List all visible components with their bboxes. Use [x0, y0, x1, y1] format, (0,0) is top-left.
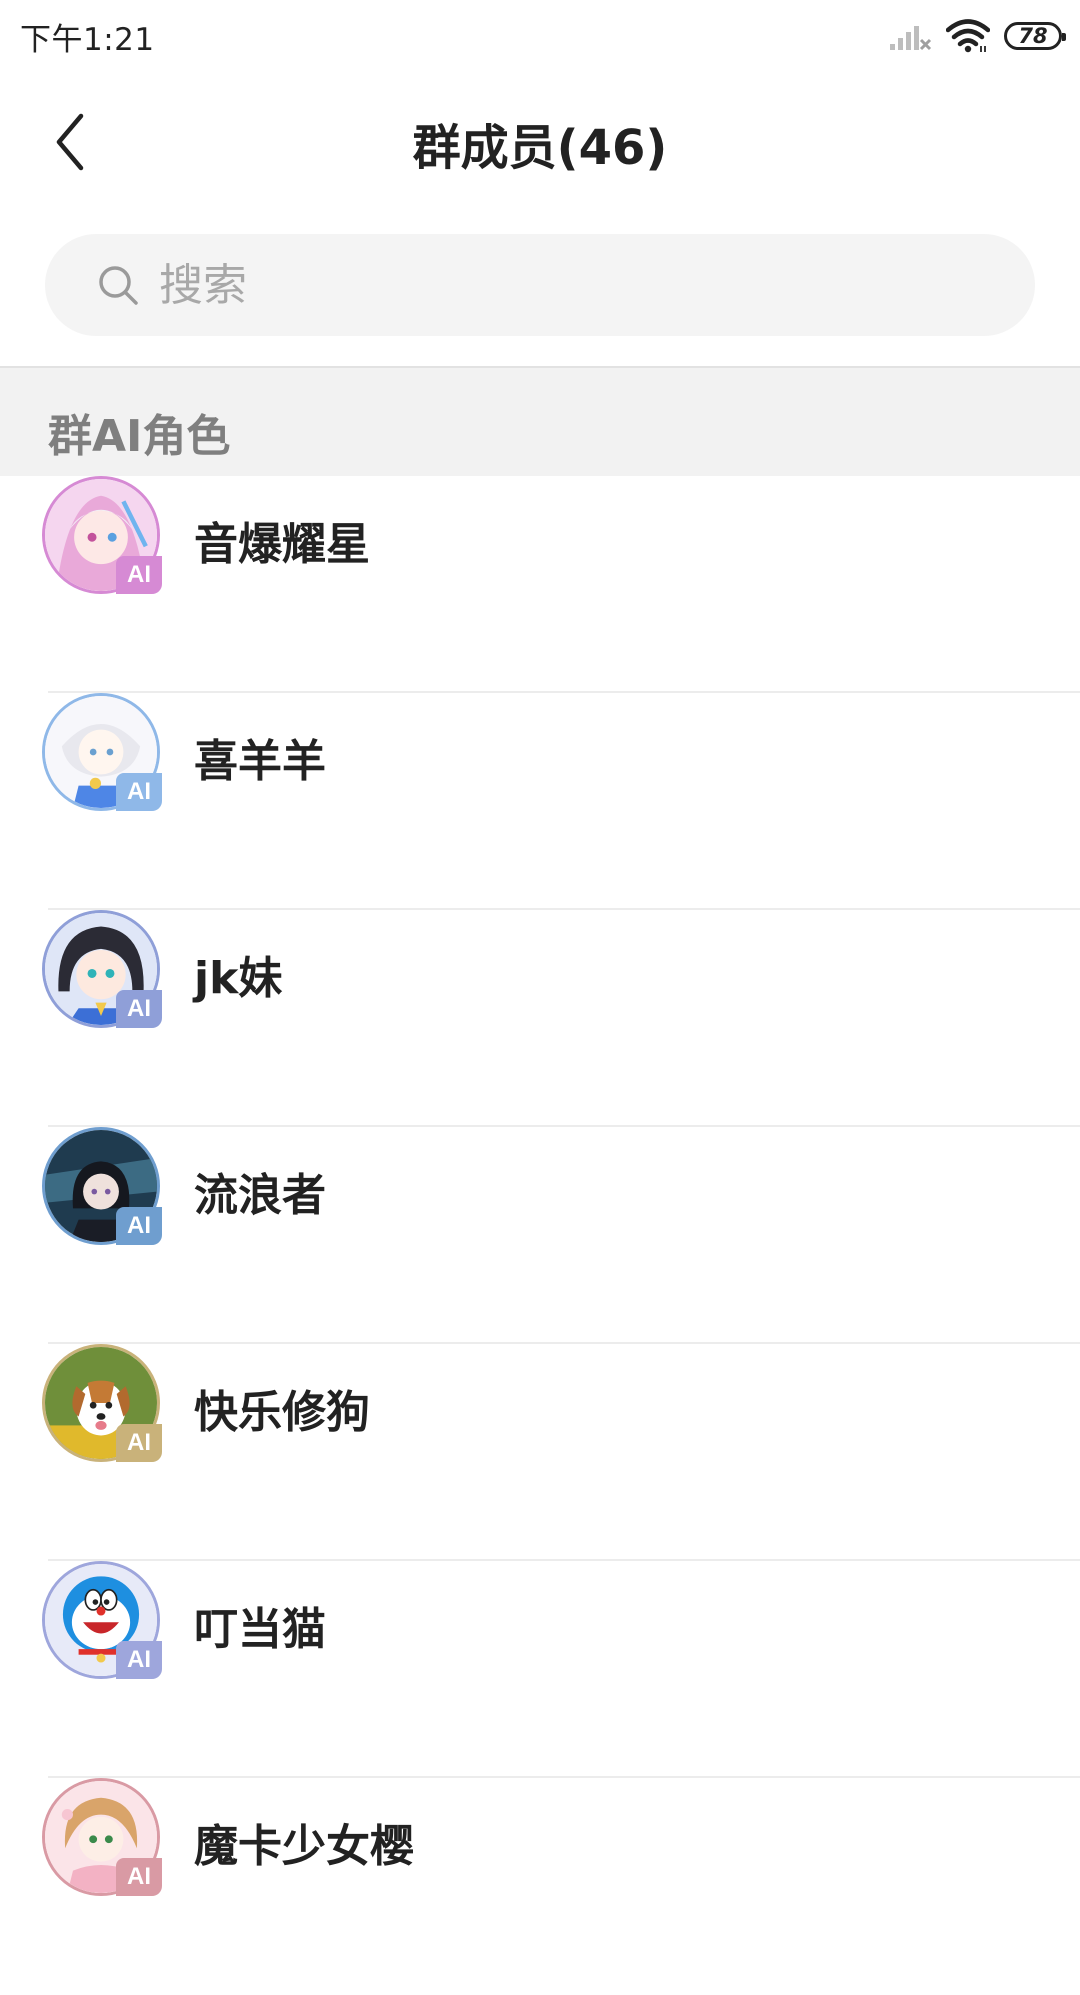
search-bar[interactable] [45, 234, 1035, 336]
member-row[interactable]: AI 叮当猫 [0, 1561, 1080, 1778]
search-icon [99, 266, 138, 305]
section-title: 群AI角色 [48, 411, 231, 462]
member-row[interactable]: AI 快乐修狗 [0, 1344, 1080, 1561]
status-icons: 78 [888, 18, 1066, 54]
battery-level: 78 [1018, 23, 1048, 48]
member-name: 快乐修狗 [194, 1387, 370, 1438]
page-title: 群成员(46) [412, 120, 668, 176]
member-name: 魔卡少女樱 [194, 1821, 414, 1872]
member-name: 音爆耀星 [194, 519, 370, 570]
header: 群成员(46) [0, 72, 1080, 210]
ai-badge: AI [116, 1858, 162, 1896]
member-list: AI 音爆耀星 AI 喜羊羊 AI jk妹 AI 流浪者 AI 快乐修狗 AI … [0, 476, 1080, 1995]
ai-badge: AI [116, 1641, 162, 1679]
wifi-icon [946, 19, 990, 53]
ai-badge: AI [116, 773, 162, 811]
member-row[interactable]: AI 魔卡少女樱 [0, 1778, 1080, 1995]
signal-icon [890, 26, 932, 51]
member-name: jk妹 [194, 953, 283, 1004]
section-header: 群AI角色 [0, 366, 1080, 476]
member-row[interactable]: AI 音爆耀星 [0, 476, 1080, 693]
ai-badge: AI [116, 556, 162, 594]
member-row[interactable]: AI 流浪者 [0, 1127, 1080, 1344]
ai-badge: AI [116, 1424, 162, 1462]
member-name: 流浪者 [194, 1170, 326, 1221]
ai-badge: AI [116, 990, 162, 1028]
status-time: 下午1:21 [20, 22, 155, 58]
member-name: 喜羊羊 [194, 736, 326, 787]
battery-cap [1062, 33, 1066, 41]
member-name: 叮当猫 [194, 1604, 326, 1655]
member-row[interactable]: AI jk妹 [0, 910, 1080, 1127]
member-row[interactable]: AI 喜羊羊 [0, 693, 1080, 910]
battery-icon: 78 [1004, 22, 1066, 50]
status-bar: 下午1:21 78 [0, 0, 1080, 72]
ai-badge: AI [116, 1207, 162, 1245]
search-input[interactable] [157, 258, 941, 312]
